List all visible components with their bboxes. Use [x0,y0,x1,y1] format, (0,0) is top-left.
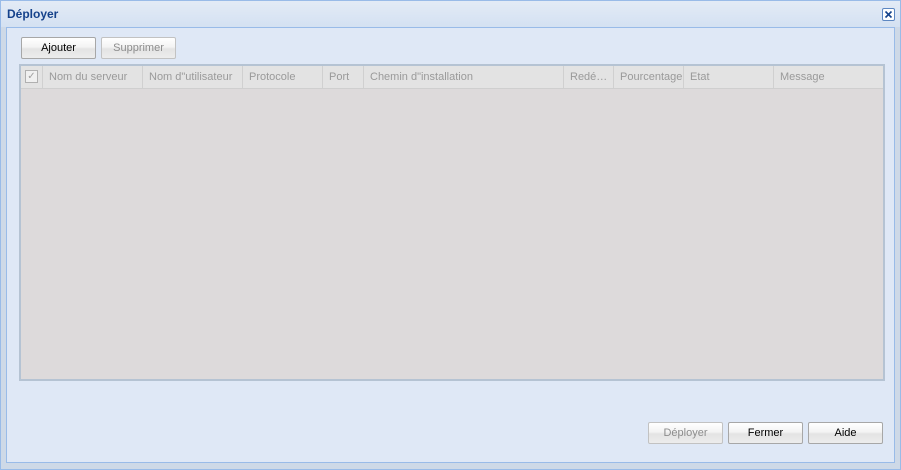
column-header-username[interactable]: Nom d"utilisateur [143,66,243,88]
deploy-dialog: Déployer Ajouter Supprimer ✓ Nom du serv… [0,0,901,470]
grid-header: ✓ Nom du serveur Nom d"utilisateur Proto… [21,66,883,89]
dialog-header: Déployer [1,1,900,27]
column-header-server-name[interactable]: Nom du serveur [43,66,143,88]
select-all-checkbox[interactable]: ✓ [25,70,38,83]
server-grid: ✓ Nom du serveur Nom d"utilisateur Proto… [19,64,885,381]
deploy-button[interactable]: Déployer [648,422,723,444]
column-header-install-path[interactable]: Chemin d"installation [364,66,564,88]
column-header-message[interactable]: Message [774,66,883,88]
close-dialog-button[interactable]: Fermer [728,422,803,444]
remove-button[interactable]: Supprimer [101,37,176,59]
column-header-state[interactable]: Etat [684,66,774,88]
close-button[interactable] [882,8,895,21]
close-icon [884,10,893,19]
column-header-percentage[interactable]: Pourcentage [614,66,684,88]
column-header-port[interactable]: Port [323,66,364,88]
dialog-title: Déployer [7,7,59,21]
help-button[interactable]: Aide [808,422,883,444]
select-all-column: ✓ [21,66,43,88]
column-header-protocol[interactable]: Protocole [243,66,323,88]
column-header-redeploy[interactable]: Redé… [564,66,614,88]
add-button[interactable]: Ajouter [21,37,96,59]
